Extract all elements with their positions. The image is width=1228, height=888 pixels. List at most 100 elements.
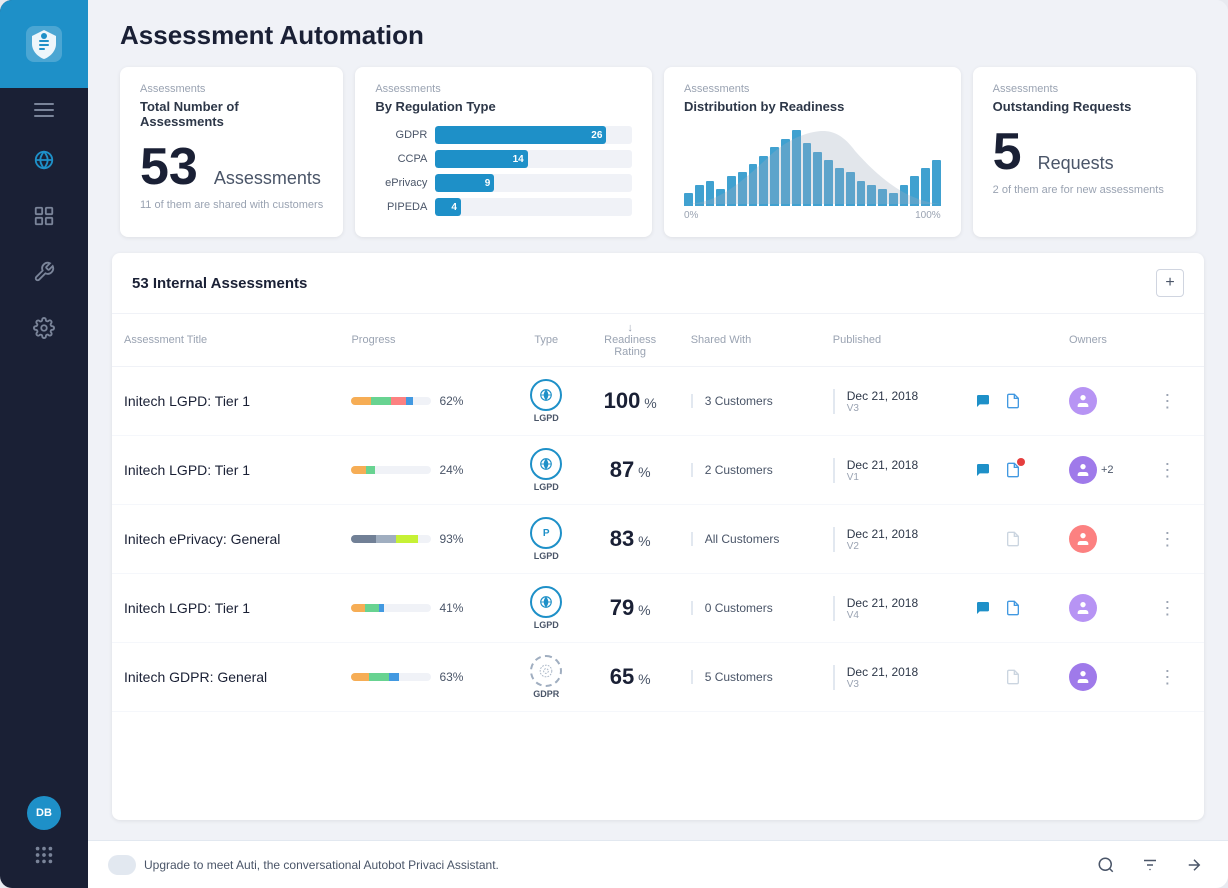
published-version: V2 bbox=[847, 541, 947, 552]
owner-avatar[interactable] bbox=[1069, 525, 1097, 553]
action-icons bbox=[971, 527, 1045, 551]
bar-fill-ccpa: 14 bbox=[435, 150, 527, 168]
readiness-value: 65 % bbox=[610, 664, 651, 689]
row-more-button[interactable]: ⋮ bbox=[1155, 458, 1179, 482]
export-bottom-button[interactable] bbox=[1180, 851, 1208, 879]
progress-pct: 93% bbox=[439, 532, 463, 546]
action-icons bbox=[971, 596, 1045, 620]
progress-bar-wrap: 41% bbox=[351, 601, 499, 615]
published-version: V1 bbox=[847, 472, 947, 483]
col-header-progress: Progress bbox=[339, 314, 511, 367]
stat-card-title-2: Distribution by Readiness bbox=[684, 99, 941, 114]
owner-avatar[interactable] bbox=[1069, 663, 1097, 691]
row-more-button[interactable]: ⋮ bbox=[1155, 596, 1179, 620]
bottom-bar: Upgrade to meet Auti, the conversational… bbox=[88, 840, 1228, 888]
progress-segment bbox=[396, 535, 418, 543]
sidebar-item-dashboard[interactable] bbox=[0, 188, 88, 244]
stat-card-title-1: By Regulation Type bbox=[375, 99, 632, 114]
search-bottom-button[interactable] bbox=[1092, 851, 1120, 879]
sidebar-item-tools[interactable] bbox=[0, 244, 88, 300]
progress-segment bbox=[379, 604, 384, 612]
stat-card-total: Assessments Total Number of Assessments … bbox=[120, 67, 343, 237]
doc-icon[interactable] bbox=[1001, 596, 1025, 620]
add-assessment-button[interactable]: + bbox=[1156, 269, 1184, 297]
progress-segment bbox=[351, 673, 369, 681]
progress-segment bbox=[406, 397, 413, 405]
published-info: Dec 21, 2018 V3 bbox=[833, 389, 947, 414]
bar-label-ccpa: CCPA bbox=[375, 153, 427, 165]
app-logo[interactable] bbox=[0, 0, 88, 88]
apps-icon[interactable] bbox=[27, 838, 61, 872]
type-label: GDPR bbox=[533, 689, 559, 699]
progress-segment bbox=[365, 604, 379, 612]
table-section: 53 Internal Assessments + Assessment Tit… bbox=[112, 253, 1204, 820]
bar-fill-pipeda: 4 bbox=[435, 198, 461, 216]
shared-with: 2 Customers bbox=[691, 463, 809, 477]
owner-avatar[interactable] bbox=[1069, 456, 1097, 484]
progress-pct: 24% bbox=[439, 463, 463, 477]
published-version: V4 bbox=[847, 610, 947, 621]
row-more-button[interactable]: ⋮ bbox=[1155, 527, 1179, 551]
doc-icon[interactable] bbox=[1001, 389, 1025, 413]
col-header-shared: Shared With bbox=[679, 314, 821, 367]
bar-label-eprivacy: ePrivacy bbox=[375, 177, 427, 189]
row-more-button[interactable]: ⋮ bbox=[1155, 389, 1179, 413]
bar-track-gdpr: 26 bbox=[435, 126, 632, 144]
type-badge: LGPD bbox=[523, 448, 570, 492]
progress-pct: 63% bbox=[439, 670, 463, 684]
dist-axis: 0% 100% bbox=[684, 210, 941, 221]
col-header-readiness: ↓ Readiness Rating bbox=[582, 314, 679, 367]
action-icons bbox=[971, 389, 1045, 413]
doc-icon[interactable] bbox=[1001, 665, 1025, 689]
progress-track bbox=[351, 397, 431, 405]
chat-icon[interactable] bbox=[971, 596, 995, 620]
chatbot-text: Upgrade to meet Auti, the conversational… bbox=[144, 858, 499, 872]
bar-track-ccpa: 14 bbox=[435, 150, 632, 168]
published-date: Dec 21, 2018 bbox=[847, 527, 947, 541]
type-badge: P LGPD bbox=[523, 517, 570, 561]
sidebar-item-privacy[interactable] bbox=[0, 132, 88, 188]
col-header-owners: Owners bbox=[1057, 314, 1143, 367]
stats-row: Assessments Total Number of Assessments … bbox=[88, 67, 1228, 253]
progress-track bbox=[351, 466, 431, 474]
bottom-actions bbox=[1092, 851, 1208, 879]
progress-segment bbox=[366, 466, 375, 474]
shared-with: All Customers bbox=[691, 532, 809, 546]
menu-toggle-button[interactable] bbox=[0, 88, 88, 132]
published-date: Dec 21, 2018 bbox=[847, 389, 947, 403]
progress-bar-wrap: 63% bbox=[351, 670, 499, 684]
owners-list bbox=[1069, 387, 1131, 415]
sidebar-item-settings[interactable] bbox=[0, 300, 88, 356]
stat-card-label-0: Assessments bbox=[140, 83, 323, 95]
doc-icon[interactable] bbox=[1001, 527, 1025, 551]
filter-bottom-button[interactable] bbox=[1136, 851, 1164, 879]
col-header-actions bbox=[959, 314, 1057, 367]
notification-dot bbox=[1017, 458, 1025, 466]
bar-fill-gdpr: 26 bbox=[435, 126, 606, 144]
shared-with: 3 Customers bbox=[691, 394, 809, 408]
type-badge: LGPD bbox=[523, 586, 570, 630]
stat-card-regulation: Assessments By Regulation Type GDPR 26 C… bbox=[355, 67, 652, 237]
owner-avatar[interactable] bbox=[1069, 387, 1097, 415]
table-row: Initech GDPR: General 63% GDPR 65 %5 Cus… bbox=[112, 643, 1204, 712]
readiness-value: 83 % bbox=[610, 526, 651, 551]
progress-segment bbox=[351, 397, 371, 405]
assessment-title: Initech ePrivacy: General bbox=[124, 531, 280, 547]
row-more-button[interactable]: ⋮ bbox=[1155, 665, 1179, 689]
bar-row-eprivacy: ePrivacy 9 bbox=[375, 174, 632, 192]
col-header-title: Assessment Title bbox=[112, 314, 339, 367]
chatbot-message: Upgrade to meet Auti, the conversational… bbox=[108, 855, 499, 875]
chat-icon[interactable] bbox=[971, 458, 995, 482]
chat-icon[interactable] bbox=[971, 389, 995, 413]
doc-icon[interactable] bbox=[1001, 458, 1025, 482]
progress-bar-wrap: 24% bbox=[351, 463, 499, 477]
chat-icon-empty bbox=[971, 527, 995, 551]
user-avatar[interactable]: DB bbox=[27, 796, 61, 830]
shared-with: 5 Customers bbox=[691, 670, 809, 684]
published-date: Dec 21, 2018 bbox=[847, 596, 947, 610]
owner-avatar[interactable] bbox=[1069, 594, 1097, 622]
stat-sub-total: 11 of them are shared with customers bbox=[140, 199, 323, 211]
bar-track-pipeda: 4 bbox=[435, 198, 632, 216]
progress-segment bbox=[371, 397, 391, 405]
bar-label-pipeda: PIPEDA bbox=[375, 201, 427, 213]
